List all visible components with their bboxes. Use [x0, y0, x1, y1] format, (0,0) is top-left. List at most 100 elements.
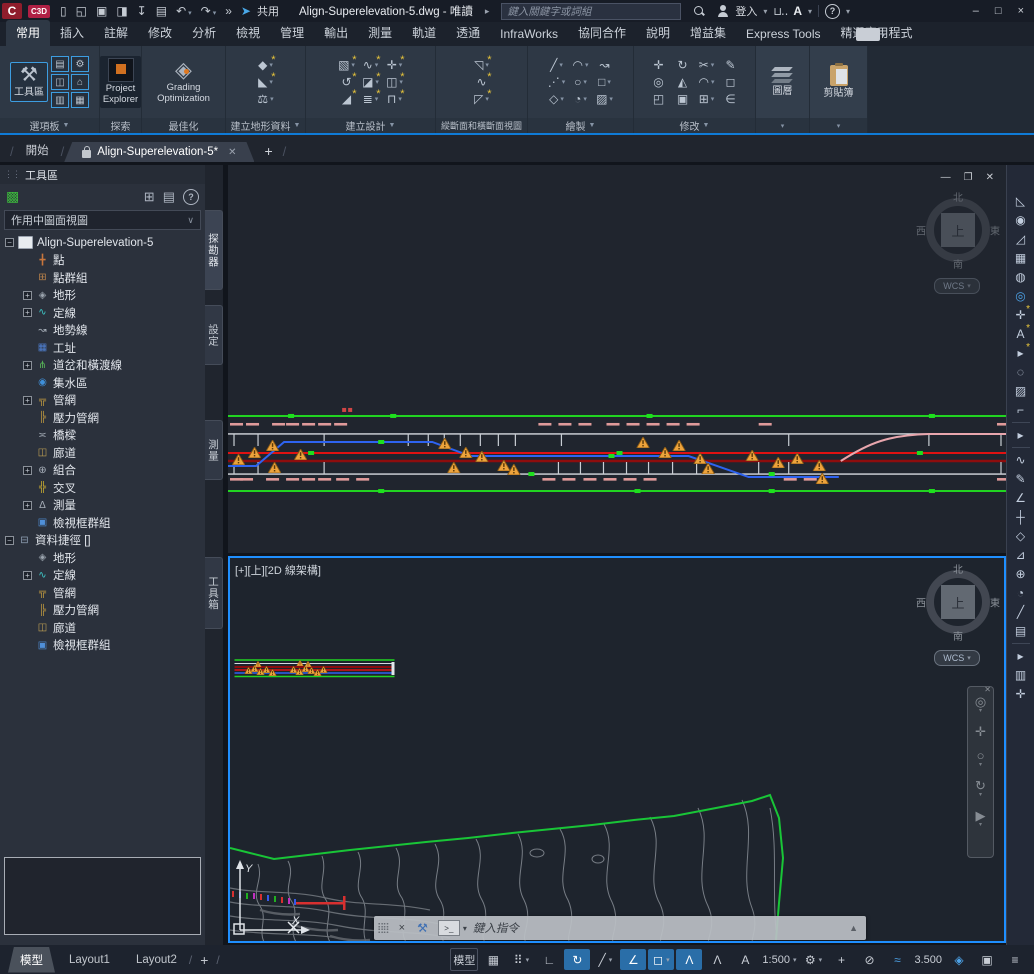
- palette-mini-icon[interactable]: ⚙: [71, 56, 89, 72]
- palette-mini-icon[interactable]: ▥: [51, 92, 69, 108]
- isodraft-icon[interactable]: ╱: [592, 949, 618, 970]
- pipe-tools-icon[interactable]: ▨: [1007, 381, 1034, 400]
- search-icon[interactable]: [693, 5, 705, 17]
- file-tab-document[interactable]: Align-Superelevation-5* ✕: [64, 142, 254, 162]
- toolspace-button[interactable]: ⚒ 工具區: [10, 62, 48, 102]
- tree-expand-box[interactable]: [23, 553, 32, 562]
- tree-item[interactable]: ╠ 壓力管網: [0, 409, 205, 427]
- draw-tool-icon[interactable]: ◔: [572, 92, 590, 107]
- tree-expand-box[interactable]: +: [23, 501, 32, 510]
- ribbon-tab[interactable]: 測量: [358, 20, 402, 46]
- tree-expand-box[interactable]: [23, 641, 32, 650]
- tree-item[interactable]: ╬ 交叉: [0, 479, 205, 497]
- tree-item[interactable]: ▣ 檢視框群組: [0, 637, 205, 655]
- plot-icon[interactable]: ▤: [156, 5, 167, 17]
- draw-tool-icon[interactable]: □: [596, 75, 614, 90]
- transfer-icon[interactable]: ↧: [137, 5, 147, 17]
- zoom-to-icon[interactable]: ◌: [1007, 362, 1034, 381]
- help-search-input[interactable]: 鍵入關鍵字或詞組: [501, 3, 681, 20]
- tree-expand-box[interactable]: [23, 378, 32, 387]
- tree-item[interactable]: ◉ 集水區: [0, 374, 205, 392]
- tree-item[interactable]: − ⊟ 資料捷徑 []: [0, 532, 205, 550]
- draw-tool-icon[interactable]: ⋰: [548, 75, 566, 90]
- ribbon-tab[interactable]: 輸出: [314, 20, 358, 46]
- file-tab-start[interactable]: 開始: [14, 138, 61, 162]
- isolate-objects-icon[interactable]: ⊘: [856, 949, 882, 970]
- tree-expand-box[interactable]: [23, 326, 32, 335]
- draw-tool-icon[interactable]: ▨: [596, 92, 614, 107]
- ribbon-tab[interactable]: 修改: [138, 20, 182, 46]
- tree-expand-box[interactable]: −: [5, 536, 14, 545]
- modify-tool-icon[interactable]: ⊞: [698, 92, 716, 107]
- elevation-value[interactable]: 3.500: [912, 949, 944, 970]
- tree-expand-box[interactable]: +: [23, 571, 32, 580]
- recent-commands-caret-icon[interactable]: ▾: [463, 924, 467, 933]
- ribbon-tab[interactable]: 插入: [50, 20, 94, 46]
- ribbon-display-toggle[interactable]: [856, 28, 880, 41]
- side-shot-icon[interactable]: ⊕: [1007, 564, 1034, 583]
- item-view-toggle-icon[interactable]: ⊞: [144, 189, 155, 205]
- sheet-set-manager-icon[interactable]: ▦: [1007, 248, 1034, 267]
- graphics-performance-icon[interactable]: ◈: [946, 949, 972, 970]
- autodesk-app-icon[interactable]: A: [793, 4, 802, 18]
- corridor-select-icon[interactable]: ▸: [1007, 425, 1034, 444]
- ribbon-tab[interactable]: 常用: [6, 20, 50, 46]
- undo-icon[interactable]: ↶: [176, 5, 192, 17]
- ribbon-tab[interactable]: 透通: [446, 20, 490, 46]
- modify-tool-icon[interactable]: ◰: [650, 92, 668, 107]
- tree-expand-box[interactable]: +: [23, 361, 32, 370]
- modify-tool-icon[interactable]: ✛: [650, 58, 668, 73]
- command-line-close-icon[interactable]: ×: [393, 922, 411, 934]
- modify-tool-icon[interactable]: ◭: [674, 75, 692, 90]
- annotation-monitor-icon[interactable]: +: [828, 949, 854, 970]
- customization-icon[interactable]: ≡: [1002, 949, 1028, 970]
- zoom-extents-icon[interactable]: ○: [977, 749, 985, 768]
- grid-display-icon[interactable]: ▦: [480, 949, 506, 970]
- pan-icon[interactable]: ✛: [975, 725, 986, 738]
- create-label-icon[interactable]: A: [1007, 324, 1034, 343]
- ribbon-tab[interactable]: Express Tools: [736, 23, 830, 46]
- tree-item[interactable]: ↝ 地勢線: [0, 322, 205, 340]
- tree-expand-box[interactable]: [23, 256, 32, 265]
- superelevation-band-drawing[interactable]: [228, 401, 1006, 501]
- ribbon-tab[interactable]: 協同合作: [568, 20, 636, 46]
- panel-display-icon[interactable]: ▤: [163, 189, 175, 205]
- create-design-icon[interactable]: ≣: [362, 92, 380, 107]
- tree-item[interactable]: + ∿ 定線: [0, 304, 205, 322]
- doc-restore-icon[interactable]: ❐: [964, 172, 973, 183]
- tree-item[interactable]: ╋ 點: [0, 252, 205, 270]
- tree-expand-box[interactable]: [23, 343, 32, 352]
- ribbon-tab[interactable]: 註解: [94, 20, 138, 46]
- palette-mini-icon[interactable]: ◫: [51, 74, 69, 90]
- tree-item[interactable]: ◫ 廊道: [0, 619, 205, 637]
- annotation-scale-icon[interactable]: A: [732, 949, 758, 970]
- tree-item[interactable]: + ⊕ 組合: [0, 462, 205, 480]
- toolspace-item-view[interactable]: [4, 857, 201, 935]
- ribbon-tab[interactable]: InfraWorks: [490, 23, 568, 46]
- tree-expand-box[interactable]: [23, 483, 32, 492]
- navbar-close-icon[interactable]: ✕: [984, 685, 991, 694]
- select-tool-icon[interactable]: ▸: [1007, 343, 1034, 362]
- tree-expand-box[interactable]: [23, 518, 32, 527]
- tree-item[interactable]: ◫ 廊道: [0, 444, 205, 462]
- palette-mini-icon[interactable]: ▤: [51, 56, 69, 72]
- workspace-switching-icon[interactable]: ⚙: [800, 949, 826, 970]
- grade-slope-icon[interactable]: ╱: [1007, 602, 1034, 621]
- toolspace-vertical-tab[interactable]: 探勘器: [205, 210, 223, 290]
- tree-item[interactable]: + ⋔ 道岔和橫渡線: [0, 357, 205, 375]
- modify-tool-icon[interactable]: ▣: [674, 92, 692, 107]
- draw-tool-icon[interactable]: ◇: [548, 92, 566, 107]
- tree-item[interactable]: ╦ 管網: [0, 584, 205, 602]
- command-input[interactable]: 鍵入指令: [473, 920, 519, 936]
- tree-item[interactable]: ╠ 壓力管網: [0, 602, 205, 620]
- create-ground-data-icon[interactable]: ◣: [257, 75, 275, 90]
- orbit-icon[interactable]: ↻: [975, 779, 986, 798]
- layers-button[interactable]: 圖層: [768, 64, 798, 100]
- active-drawing-view-icon[interactable]: ▩: [6, 188, 19, 205]
- user-icon[interactable]: [717, 5, 729, 17]
- modify-tool-icon[interactable]: ◎: [650, 75, 668, 90]
- polar-tracking-icon[interactable]: ↻: [564, 949, 590, 970]
- markup-import-icon[interactable]: ◺: [1007, 191, 1034, 210]
- latitude-longitude-icon[interactable]: ◔: [1007, 583, 1034, 602]
- tree-expand-box[interactable]: +: [23, 291, 32, 300]
